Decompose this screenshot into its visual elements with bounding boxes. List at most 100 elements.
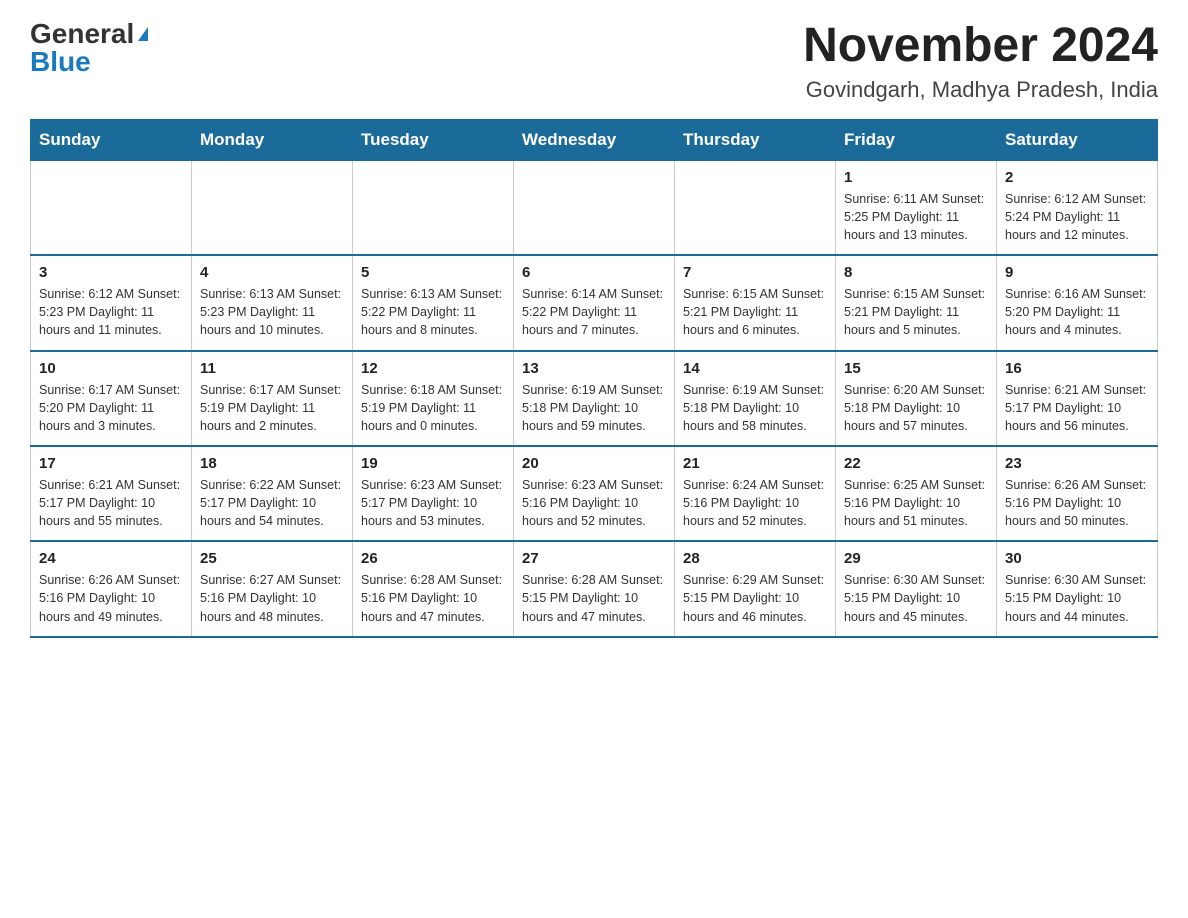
calendar-cell: 22Sunrise: 6:25 AM Sunset: 5:16 PM Dayli…	[836, 446, 997, 541]
day-number: 26	[361, 550, 505, 567]
calendar-cell	[675, 160, 836, 255]
calendar-cell: 4Sunrise: 6:13 AM Sunset: 5:23 PM Daylig…	[192, 255, 353, 350]
day-info: Sunrise: 6:20 AM Sunset: 5:18 PM Dayligh…	[844, 381, 988, 435]
day-of-week-header: Saturday	[997, 119, 1158, 160]
day-info: Sunrise: 6:14 AM Sunset: 5:22 PM Dayligh…	[522, 285, 666, 339]
calendar-body: 1 Sunrise: 6:11 AM Sunset: 5:25 PM Daylig…	[31, 160, 1158, 636]
calendar-cell: 14 Sunrise: 6:19 AM Sunset: 5:18 PM Dayli…	[675, 351, 836, 446]
day-number: 14	[683, 360, 827, 377]
day-number: 3	[39, 264, 183, 281]
day-number: 24	[39, 550, 183, 567]
day-info: Sunrise: 6:17 AM Sunset: 5:19 PM Dayligh…	[200, 381, 344, 435]
day-info: Sunrise: 6:28 AM Sunset: 5:16 PM Dayligh…	[361, 571, 505, 625]
day-info: Sunrise: 6:27 AM Sunset: 5:16 PM Dayligh…	[200, 571, 344, 625]
day-info: Sunrise: 6:26 AM Sunset: 5:16 PM Dayligh…	[39, 571, 183, 625]
days-of-week-row: SundayMondayTuesdayWednesdayThursdayFrid…	[31, 119, 1158, 160]
day-number: 30	[1005, 550, 1149, 567]
title-block: November 2024 Govindgarh, Madhya Pradesh…	[803, 20, 1158, 103]
calendar-cell: 15 Sunrise: 6:20 AM Sunset: 5:18 PM Dayli…	[836, 351, 997, 446]
calendar-cell: 13 Sunrise: 6:19 AM Sunset: 5:18 PM Dayli…	[514, 351, 675, 446]
day-number: 13	[522, 360, 666, 377]
location-subtitle: Govindgarh, Madhya Pradesh, India	[803, 77, 1158, 103]
calendar-table: SundayMondayTuesdayWednesdayThursdayFrid…	[30, 119, 1158, 638]
calendar-cell: 1 Sunrise: 6:11 AM Sunset: 5:25 PM Daylig…	[836, 160, 997, 255]
calendar-cell	[192, 160, 353, 255]
day-of-week-header: Wednesday	[514, 119, 675, 160]
page-header: General Blue November 2024 Govindgarh, M…	[30, 20, 1158, 103]
calendar-cell: 8 Sunrise: 6:15 AM Sunset: 5:21 PM Daylig…	[836, 255, 997, 350]
calendar-cell: 3Sunrise: 6:12 AM Sunset: 5:23 PM Daylig…	[31, 255, 192, 350]
logo: General Blue	[30, 20, 148, 76]
calendar-cell: 18 Sunrise: 6:22 AM Sunset: 5:17 PM Dayli…	[192, 446, 353, 541]
day-info: Sunrise: 6:15 AM Sunset: 5:21 PM Dayligh…	[844, 285, 988, 339]
day-number: 8	[844, 264, 988, 281]
day-number: 11	[200, 360, 344, 377]
calendar-cell: 6 Sunrise: 6:14 AM Sunset: 5:22 PM Daylig…	[514, 255, 675, 350]
day-info: Sunrise: 6:13 AM Sunset: 5:23 PM Dayligh…	[200, 285, 344, 339]
day-info: Sunrise: 6:21 AM Sunset: 5:17 PM Dayligh…	[1005, 381, 1149, 435]
calendar-cell: 29 Sunrise: 6:30 AM Sunset: 5:15 PM Dayli…	[836, 541, 997, 636]
day-number: 9	[1005, 264, 1149, 281]
day-info: Sunrise: 6:19 AM Sunset: 5:18 PM Dayligh…	[522, 381, 666, 435]
day-info: Sunrise: 6:30 AM Sunset: 5:15 PM Dayligh…	[844, 571, 988, 625]
day-number: 29	[844, 550, 988, 567]
day-info: Sunrise: 6:15 AM Sunset: 5:21 PM Dayligh…	[683, 285, 827, 339]
calendar-week-row: 17 Sunrise: 6:21 AM Sunset: 5:17 PM Dayli…	[31, 446, 1158, 541]
day-number: 20	[522, 455, 666, 472]
day-number: 21	[683, 455, 827, 472]
month-year-title: November 2024	[803, 20, 1158, 73]
day-info: Sunrise: 6:23 AM Sunset: 5:16 PM Dayligh…	[522, 476, 666, 530]
day-number: 28	[683, 550, 827, 567]
calendar-cell: 23 Sunrise: 6:26 AM Sunset: 5:16 PM Dayli…	[997, 446, 1158, 541]
day-number: 18	[200, 455, 344, 472]
day-info: Sunrise: 6:19 AM Sunset: 5:18 PM Dayligh…	[683, 381, 827, 435]
calendar-week-row: 24 Sunrise: 6:26 AM Sunset: 5:16 PM Dayli…	[31, 541, 1158, 636]
day-number: 25	[200, 550, 344, 567]
day-info: Sunrise: 6:17 AM Sunset: 5:20 PM Dayligh…	[39, 381, 183, 435]
day-number: 15	[844, 360, 988, 377]
day-of-week-header: Sunday	[31, 119, 192, 160]
calendar-cell: 12Sunrise: 6:18 AM Sunset: 5:19 PM Dayli…	[353, 351, 514, 446]
day-info: Sunrise: 6:16 AM Sunset: 5:20 PM Dayligh…	[1005, 285, 1149, 339]
calendar-cell: 25 Sunrise: 6:27 AM Sunset: 5:16 PM Dayli…	[192, 541, 353, 636]
calendar-cell: 16 Sunrise: 6:21 AM Sunset: 5:17 PM Dayli…	[997, 351, 1158, 446]
logo-blue-text: Blue	[30, 48, 91, 76]
calendar-cell: 10 Sunrise: 6:17 AM Sunset: 5:20 PM Dayli…	[31, 351, 192, 446]
day-info: Sunrise: 6:25 AM Sunset: 5:16 PM Dayligh…	[844, 476, 988, 530]
day-info: Sunrise: 6:12 AM Sunset: 5:24 PM Dayligh…	[1005, 190, 1149, 244]
calendar-cell	[353, 160, 514, 255]
day-of-week-header: Tuesday	[353, 119, 514, 160]
calendar-cell: 21 Sunrise: 6:24 AM Sunset: 5:16 PM Dayli…	[675, 446, 836, 541]
calendar-cell: 19 Sunrise: 6:23 AM Sunset: 5:17 PM Dayli…	[353, 446, 514, 541]
day-info: Sunrise: 6:23 AM Sunset: 5:17 PM Dayligh…	[361, 476, 505, 530]
day-number: 6	[522, 264, 666, 281]
calendar-cell: 17 Sunrise: 6:21 AM Sunset: 5:17 PM Dayli…	[31, 446, 192, 541]
day-number: 17	[39, 455, 183, 472]
day-info: Sunrise: 6:22 AM Sunset: 5:17 PM Dayligh…	[200, 476, 344, 530]
day-info: Sunrise: 6:29 AM Sunset: 5:15 PM Dayligh…	[683, 571, 827, 625]
day-number: 7	[683, 264, 827, 281]
day-number: 23	[1005, 455, 1149, 472]
day-of-week-header: Monday	[192, 119, 353, 160]
logo-general-text: General	[30, 20, 134, 48]
day-number: 5	[361, 264, 505, 281]
day-info: Sunrise: 6:21 AM Sunset: 5:17 PM Dayligh…	[39, 476, 183, 530]
calendar-cell: 24 Sunrise: 6:26 AM Sunset: 5:16 PM Dayli…	[31, 541, 192, 636]
day-info: Sunrise: 6:24 AM Sunset: 5:16 PM Dayligh…	[683, 476, 827, 530]
calendar-week-row: 1 Sunrise: 6:11 AM Sunset: 5:25 PM Daylig…	[31, 160, 1158, 255]
day-info: Sunrise: 6:26 AM Sunset: 5:16 PM Dayligh…	[1005, 476, 1149, 530]
calendar-cell	[31, 160, 192, 255]
day-number: 19	[361, 455, 505, 472]
day-info: Sunrise: 6:18 AM Sunset: 5:19 PM Dayligh…	[361, 381, 505, 435]
day-info: Sunrise: 6:11 AM Sunset: 5:25 PM Dayligh…	[844, 190, 988, 244]
day-of-week-header: Friday	[836, 119, 997, 160]
day-number: 16	[1005, 360, 1149, 377]
day-info: Sunrise: 6:28 AM Sunset: 5:15 PM Dayligh…	[522, 571, 666, 625]
day-of-week-header: Thursday	[675, 119, 836, 160]
calendar-cell: 27Sunrise: 6:28 AM Sunset: 5:15 PM Dayli…	[514, 541, 675, 636]
day-number: 10	[39, 360, 183, 377]
calendar-week-row: 3Sunrise: 6:12 AM Sunset: 5:23 PM Daylig…	[31, 255, 1158, 350]
day-info: Sunrise: 6:30 AM Sunset: 5:15 PM Dayligh…	[1005, 571, 1149, 625]
day-number: 1	[844, 169, 988, 186]
calendar-cell: 20 Sunrise: 6:23 AM Sunset: 5:16 PM Dayli…	[514, 446, 675, 541]
